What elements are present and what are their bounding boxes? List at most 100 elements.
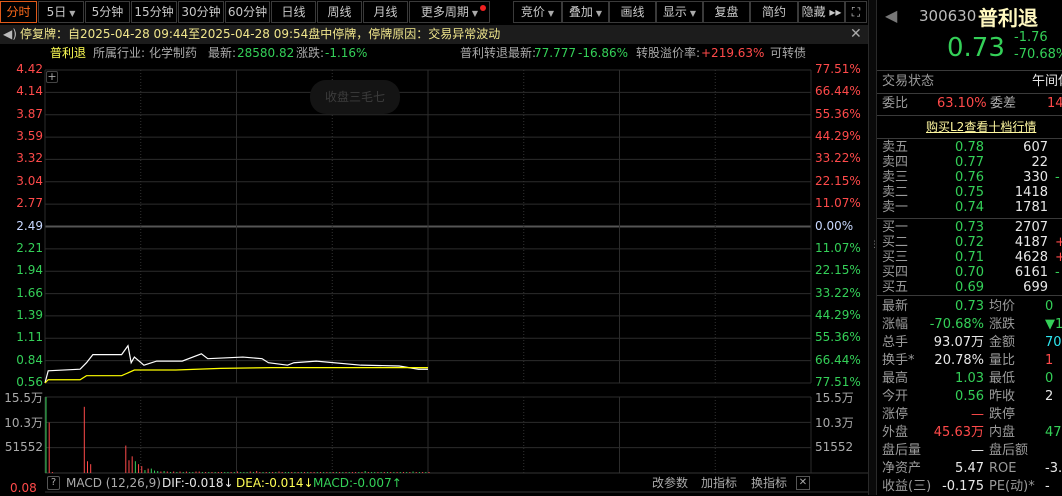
add-indicator-button[interactable]: 加指标	[701, 473, 737, 493]
level-price: 0.70	[955, 265, 984, 280]
stat-value: -70.68%	[929, 317, 984, 332]
intraday-chart[interactable]: 收盘三毛七 4.42 77.51% 4.14 66.44% 3.87 55.36% 3.59…	[0, 62, 870, 495]
pct-tick: 55.36%	[815, 330, 861, 345]
level-label: 买三	[882, 250, 909, 265]
level-price: 0.74	[955, 200, 984, 215]
stat-value: 0	[1045, 371, 1054, 386]
chart-canvas[interactable]	[0, 62, 870, 495]
period-tab-2[interactable]: 5分钟	[85, 1, 130, 23]
tool-button-4[interactable]: 复盘	[703, 1, 750, 23]
period-tab-1[interactable]: 5日 ▼	[38, 1, 84, 23]
convertible-bond-tag[interactable]: 可转债	[770, 45, 806, 62]
price-tick: 1.39	[16, 307, 43, 322]
bids-level[interactable]: 买三 0.71 4628 +	[877, 250, 1062, 265]
period-tab-8[interactable]: 月线	[363, 1, 408, 23]
chart-info-line: 普利退 所属行业: 化学制药 最新: 28580.82 涨跌: -1.16% 普…	[0, 45, 812, 62]
period-tab-label: 5日	[46, 5, 67, 19]
stat-label: 最高	[882, 371, 909, 386]
period-tab-label: 更多周期	[420, 5, 469, 19]
stat-row: 盘后量 — 盘后额	[877, 442, 1062, 460]
switch-indicator-button[interactable]: 换指标	[751, 473, 787, 493]
buy-l2-link[interactable]: 购买L2查看十档行情	[926, 118, 1036, 135]
macd-name[interactable]: MACD (12,26,9)	[66, 473, 161, 493]
period-tab-4[interactable]: 30分钟	[178, 1, 224, 23]
asks-level[interactable]: 卖五 0.78 607	[877, 140, 1062, 155]
period-tab-6[interactable]: 日线	[271, 1, 316, 23]
price-tick: 0.84	[16, 352, 43, 367]
bond-change: -16.86%	[578, 46, 629, 60]
diff-label: 委差	[990, 96, 1017, 111]
level-label: 买二	[882, 235, 909, 250]
level-volume: 2707	[1014, 220, 1048, 235]
industry-label: 所属行业:	[93, 46, 146, 60]
period-tab-7[interactable]: 周线	[317, 1, 362, 23]
industry-value[interactable]: 化学制药	[149, 45, 197, 62]
level-price: 0.69	[955, 280, 984, 295]
stat-label: 今开	[882, 389, 909, 404]
stat-label: 量比	[989, 353, 1016, 368]
period-tab-5[interactable]: 60分钟	[225, 1, 270, 23]
level-label: 买五	[882, 280, 909, 295]
plus-icon[interactable]: +	[46, 71, 58, 83]
asks-level[interactable]: 卖三 0.76 330-	[877, 170, 1062, 185]
close-notice-icon[interactable]: ✕	[850, 25, 862, 44]
level-volume: 1781	[1014, 200, 1048, 215]
level-label: 买四	[882, 265, 909, 280]
asks-level[interactable]: 卖二 0.75 1418	[877, 185, 1062, 200]
notice-text: 停复牌：自2025-04-28 09:44至2025-04-28 09:54盘中…	[20, 27, 501, 41]
tool-button-5[interactable]: 简约	[750, 1, 798, 23]
price-change-pct: -70.68%	[1014, 47, 1062, 62]
panel-splitter[interactable]: ⋮	[868, 0, 879, 495]
level-change: -	[1055, 170, 1060, 185]
stat-row: 最新 0.73 均价 0	[877, 298, 1062, 316]
edit-params-button[interactable]: 改参数	[652, 473, 688, 493]
help-icon[interactable]: ?	[47, 476, 60, 490]
level-label: 卖一	[882, 200, 909, 215]
volume-tick: 15.5万	[4, 391, 43, 405]
period-tab-label: 日线	[281, 5, 306, 19]
close-indicator-icon[interactable]: ✕	[796, 476, 810, 490]
tool-button-6[interactable]: 隐藏 ▸▸	[798, 1, 845, 23]
price-tick: 3.87	[16, 106, 43, 121]
bids-level[interactable]: 买四 0.70 6161-	[877, 265, 1062, 280]
fullscreen-button[interactable]: ⛶	[845, 1, 867, 23]
premium-value: +219.63%	[701, 46, 765, 60]
stat-label: 涨跌	[989, 317, 1016, 332]
stat-label: ROE	[989, 461, 1017, 476]
period-tab-3[interactable]: 15分钟	[131, 1, 177, 23]
level-label: 卖四	[882, 155, 909, 170]
back-arrow-icon[interactable]: ◀	[885, 6, 897, 25]
tool-button-2[interactable]: 画线	[609, 1, 656, 23]
level-label: 卖二	[882, 185, 909, 200]
current-price: 0.73	[947, 33, 1005, 63]
stat-value: 703	[1045, 335, 1062, 350]
pct-tick: 66.44%	[815, 84, 861, 99]
tool-button-0[interactable]: 竞价 ▼	[513, 1, 562, 23]
stat-label: 内盘	[989, 425, 1016, 440]
stat-label: 最低	[989, 371, 1016, 386]
asks-level[interactable]: 卖四 0.77 22	[877, 155, 1062, 170]
period-tab-label: 15分钟	[134, 5, 174, 19]
bids-level[interactable]: 买五 0.69 699	[877, 280, 1062, 295]
period-tab-label: 月线	[373, 5, 398, 19]
level-volume: 6161	[1014, 265, 1048, 280]
bids-level[interactable]: 买一 0.73 2707	[877, 220, 1062, 235]
asks-level[interactable]: 卖一 0.74 1781	[877, 200, 1062, 215]
period-tab-0[interactable]: 分时	[0, 1, 37, 23]
macd-axis-tick: 0.08	[10, 481, 37, 495]
tool-button-label: 复盘	[714, 5, 739, 19]
tool-button-1[interactable]: 叠加 ▼	[562, 1, 609, 23]
bids-level[interactable]: 买二 0.72 4187 +	[877, 235, 1062, 250]
tool-button-label: 显示	[662, 5, 687, 19]
order-ratio-row: 委比 63.10% 委差 14	[877, 94, 1062, 114]
volume-tick-right: 15.5万	[815, 391, 854, 405]
period-tab-9[interactable]: 更多周期 ▼	[409, 1, 490, 23]
diff-value: 14	[1047, 96, 1062, 111]
stat-label: 跌停	[989, 407, 1016, 422]
tool-button-3[interactable]: 显示 ▼	[656, 1, 703, 23]
price-tick: 3.32	[16, 151, 43, 166]
level-price: 0.76	[955, 170, 984, 185]
price-change: -1.76	[1014, 30, 1048, 45]
price-tick: 4.42	[16, 62, 43, 76]
level-change: -	[1055, 265, 1060, 280]
